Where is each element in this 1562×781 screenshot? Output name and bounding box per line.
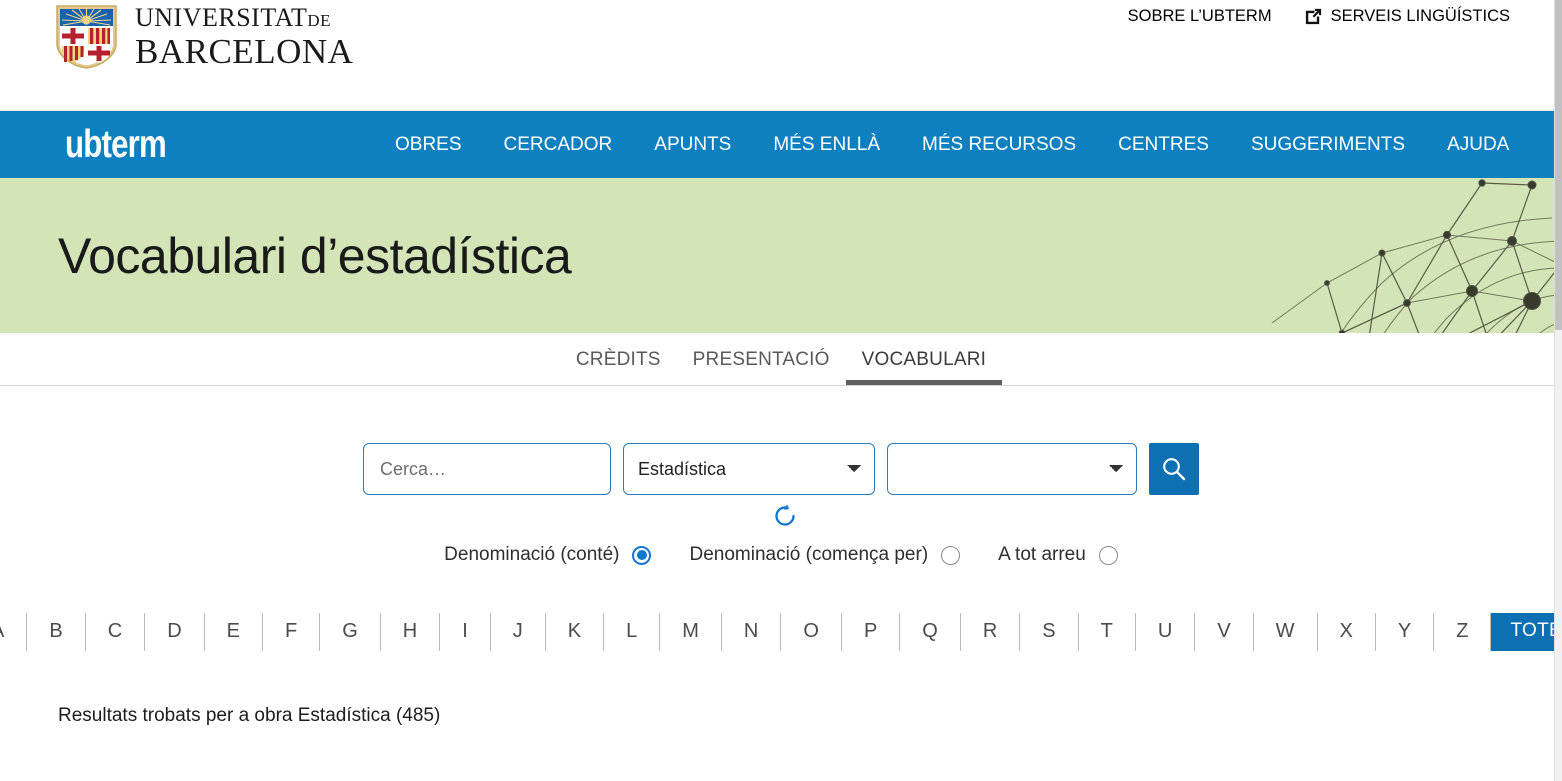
tab-credits[interactable]: CRÈDITS (560, 349, 677, 385)
radio-denominacio-comenca-per-label: Denominació (comença per) (689, 544, 928, 566)
alphabet-letter-n[interactable]: N (722, 613, 781, 651)
link-sobre-ubterm-label: SOBRE L’UBTERM (1128, 7, 1272, 26)
page-title: Vocabulari d’estadística (58, 227, 571, 285)
search-row: Estadística (363, 443, 1199, 495)
main-navigation: ubterm OBRES CERCADOR APUNTS MÉS ENLLÀ M… (0, 111, 1562, 178)
search-input[interactable] (363, 443, 611, 495)
radio-denominacio-conte[interactable]: Denominació (conté) (444, 544, 651, 566)
alphabet-letter-t[interactable]: T (1079, 613, 1136, 651)
ubterm-logo[interactable]: ubterm (65, 123, 166, 167)
alphabet-filter: ABCDEFGHIJKLMNOPQRSTUVWXYZTOTES (0, 613, 1562, 651)
alphabet-letter-a[interactable]: A (0, 613, 27, 651)
external-link-icon (1304, 7, 1323, 26)
alphabet-letter-p[interactable]: P (842, 613, 900, 651)
tab-vocabulari[interactable]: VOCABULARI (846, 349, 1002, 385)
nav-item-centres[interactable]: CENTRES (1118, 134, 1209, 156)
alphabet-letter-h[interactable]: H (381, 613, 440, 651)
nav-item-mes-recursos[interactable]: MÉS RECURSOS (922, 134, 1076, 156)
scrollbar-thumb[interactable] (1555, 0, 1562, 330)
alphabet-letter-k[interactable]: K (546, 613, 604, 651)
alphabet-letter-w[interactable]: W (1254, 613, 1318, 651)
brand-line1: UNIVERSITAT (135, 3, 307, 32)
link-sobre-ubterm[interactable]: SOBRE L’UBTERM (1128, 7, 1272, 26)
alphabet-letter-j[interactable]: J (491, 613, 546, 651)
alphabet-letter-m[interactable]: M (660, 613, 722, 651)
alphabet-letter-v[interactable]: V (1195, 613, 1253, 651)
nav-items: OBRES CERCADOR APUNTS MÉS ENLLÀ MÉS RECU… (395, 134, 1517, 156)
radio-denominacio-conte-label: Denominació (conté) (444, 544, 619, 566)
alphabet-letter-o[interactable]: O (781, 613, 842, 651)
search-button[interactable] (1149, 443, 1199, 495)
brand-wordmark: UNIVERSITATDE BARCELONA (135, 5, 353, 69)
nav-item-suggeriments[interactable]: SUGGERIMENTS (1251, 134, 1405, 156)
alphabet-letter-i[interactable]: I (440, 613, 491, 651)
ub-brand[interactable]: UNIVERSITATDE BARCELONA (55, 4, 353, 70)
search-icon (1161, 456, 1187, 482)
alphabet-letter-f[interactable]: F (263, 613, 320, 651)
nav-item-ajuda[interactable]: AJUDA (1447, 134, 1509, 156)
alphabet-letter-x[interactable]: X (1318, 613, 1376, 651)
site-header: UNIVERSITATDE BARCELONA SOBRE L’UBTERM S… (0, 0, 1562, 111)
brand-line1-small: DE (307, 11, 331, 30)
tab-presentacio[interactable]: PRESENTACIÓ (677, 349, 846, 385)
reset-row (0, 502, 1562, 530)
network-globe-icon (1232, 178, 1562, 333)
radio-denominacio-comenca-per[interactable]: Denominació (comença per) (689, 544, 960, 566)
obra-select[interactable]: Estadística (623, 443, 875, 495)
page-hero: Vocabulari d’estadística (0, 178, 1562, 333)
results-summary: Resultats trobats per a obra Estadística… (0, 705, 1562, 727)
alphabet-all-button[interactable]: TOTES (1491, 613, 1562, 651)
alphabet-letter-e[interactable]: E (205, 613, 263, 651)
radio-a-tot-arreu[interactable]: A tot arreu (998, 544, 1118, 566)
alphabet-letter-l[interactable]: L (604, 613, 660, 651)
brand-line2: BARCELONA (135, 34, 353, 69)
radio-a-tot-arreu-control[interactable] (1099, 546, 1118, 565)
alphabet-letter-u[interactable]: U (1136, 613, 1195, 651)
alphabet-letter-c[interactable]: C (86, 613, 145, 651)
radio-denominacio-comenca-per-control[interactable] (941, 546, 960, 565)
utility-links: SOBRE L’UBTERM SERVEIS LINGÜÍSTICS (1128, 7, 1510, 26)
alphabet-list: ABCDEFGHIJKLMNOPQRSTUVWXYZTOTES (0, 613, 1562, 651)
link-serveis-linguistics[interactable]: SERVEIS LINGÜÍSTICS (1304, 7, 1510, 26)
radio-denominacio-conte-control[interactable] (632, 546, 651, 565)
nav-item-cercador[interactable]: CERCADOR (504, 134, 613, 156)
refresh-icon (771, 502, 799, 530)
search-mode-radios: Denominació (conté) Denominació (comença… (444, 544, 1118, 566)
ub-shield-icon (55, 4, 118, 70)
nav-item-mes-enlla[interactable]: MÉS ENLLÀ (773, 134, 880, 156)
alphabet-letter-b[interactable]: B (27, 613, 85, 651)
nav-item-obres[interactable]: OBRES (395, 134, 462, 156)
search-section: Estadística Denominació (conté) Denomina… (0, 386, 1562, 566)
area-select[interactable] (887, 443, 1137, 495)
alphabet-letter-g[interactable]: G (320, 613, 381, 651)
radio-a-tot-arreu-label: A tot arreu (998, 544, 1086, 566)
nav-item-apunts[interactable]: APUNTS (654, 134, 731, 156)
alphabet-letter-s[interactable]: S (1020, 613, 1078, 651)
reset-button[interactable] (771, 502, 799, 530)
link-serveis-linguistics-label: SERVEIS LINGÜÍSTICS (1331, 7, 1510, 26)
alphabet-letter-z[interactable]: Z (1434, 613, 1491, 651)
page-scrollbar[interactable] (1554, 0, 1562, 781)
alphabet-letter-r[interactable]: R (961, 613, 1020, 651)
alphabet-letter-q[interactable]: Q (900, 613, 961, 651)
alphabet-letter-d[interactable]: D (145, 613, 204, 651)
alphabet-letter-y[interactable]: Y (1376, 613, 1434, 651)
section-tabs: CRÈDITS PRESENTACIÓ VOCABULARI (0, 333, 1562, 386)
